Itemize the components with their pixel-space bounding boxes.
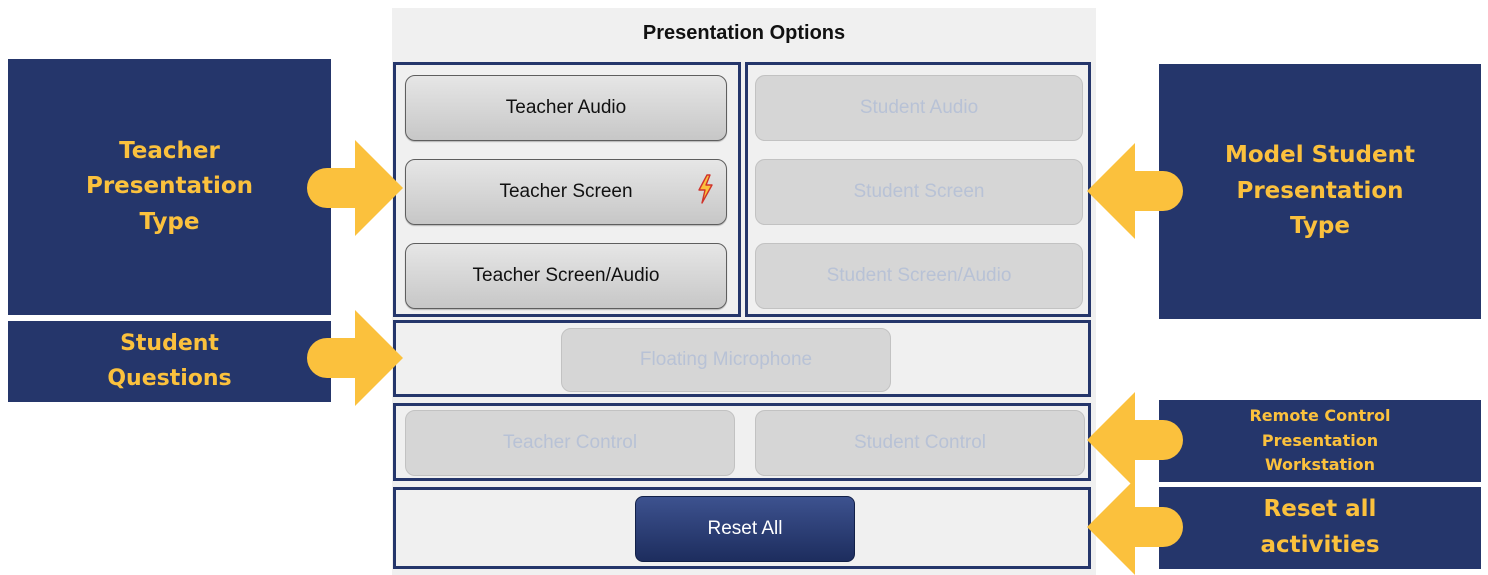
callout-reset-all-activities: Reset all activities <box>1159 487 1481 569</box>
student-audio-button[interactable]: Student Audio <box>755 75 1083 141</box>
panel-title: Presentation Options <box>642 22 846 44</box>
callout-line: Teacher <box>119 137 220 164</box>
callout-line: Model Student <box>1224 142 1415 169</box>
student-screen-audio-label: Student Screen/Audio <box>826 265 1012 286</box>
reset-all-button[interactable]: Reset All <box>635 496 855 562</box>
student-questions-group: Floating Microphone <box>393 320 1091 397</box>
callout-student-questions: Student Questions <box>8 321 331 402</box>
callout-line: Questions <box>107 365 232 391</box>
student-audio-label: Student Audio <box>859 97 979 118</box>
callout-line: Workstation <box>1264 455 1376 475</box>
arrow-right-icon <box>307 140 403 236</box>
arrow-left-icon <box>1087 479 1183 575</box>
remote-control-group: Teacher Control Student Control <box>393 403 1091 481</box>
lightning-icon <box>698 174 713 204</box>
teacher-screen-audio-button[interactable]: Teacher Screen/Audio <box>405 243 727 309</box>
student-screen-button[interactable]: Student Screen <box>755 159 1083 225</box>
student-screen-audio-button[interactable]: Student Screen/Audio <box>755 243 1083 309</box>
reset-group: Reset All <box>393 487 1091 569</box>
callout-line: Type <box>139 208 200 235</box>
teacher-screen-label: Teacher Screen <box>499 181 633 202</box>
arrow-left-icon <box>1087 143 1183 239</box>
presentation-options-panel: Presentation Options Teacher Audio Teach… <box>392 8 1096 575</box>
floating-microphone-label: Floating Microphone <box>639 349 813 370</box>
callout-line: Type <box>1289 213 1350 240</box>
callout-line: Remote Control <box>1249 405 1391 425</box>
student-control-label: Student Control <box>853 432 987 453</box>
student-presentation-group: Student Audio Student Screen Student Scr… <box>745 62 1091 317</box>
teacher-presentation-group: Teacher Audio Teacher Screen Teacher Scr… <box>393 62 741 317</box>
callout-line: Student <box>120 331 219 357</box>
callout-line: Presentation <box>1236 177 1404 204</box>
teacher-control-button[interactable]: Teacher Control <box>405 410 735 476</box>
teacher-screen-audio-label: Teacher Screen/Audio <box>472 265 660 286</box>
callout-teacher-presentation-type: Teacher Presentation Type <box>8 59 331 315</box>
callout-line: Reset all <box>1263 496 1377 523</box>
student-control-button[interactable]: Student Control <box>755 410 1085 476</box>
teacher-audio-label: Teacher Audio <box>505 97 627 118</box>
callout-line: activities <box>1260 532 1380 558</box>
callout-remote-control-workstation: Remote Control Presentation Workstation <box>1159 400 1481 482</box>
arrow-left-icon <box>1087 392 1183 488</box>
reset-all-label: Reset All <box>707 518 783 539</box>
teacher-audio-button[interactable]: Teacher Audio <box>405 75 727 141</box>
student-screen-label: Student Screen <box>853 181 985 202</box>
callout-line: Presentation <box>85 173 254 200</box>
arrow-right-icon <box>307 310 403 406</box>
callout-line: Presentation <box>1261 430 1379 450</box>
callout-model-student-presentation-type: Model Student Presentation Type <box>1159 64 1481 319</box>
teacher-screen-button[interactable]: Teacher Screen <box>405 159 727 225</box>
floating-microphone-button[interactable]: Floating Microphone <box>561 328 891 392</box>
teacher-control-label: Teacher Control <box>502 432 638 453</box>
